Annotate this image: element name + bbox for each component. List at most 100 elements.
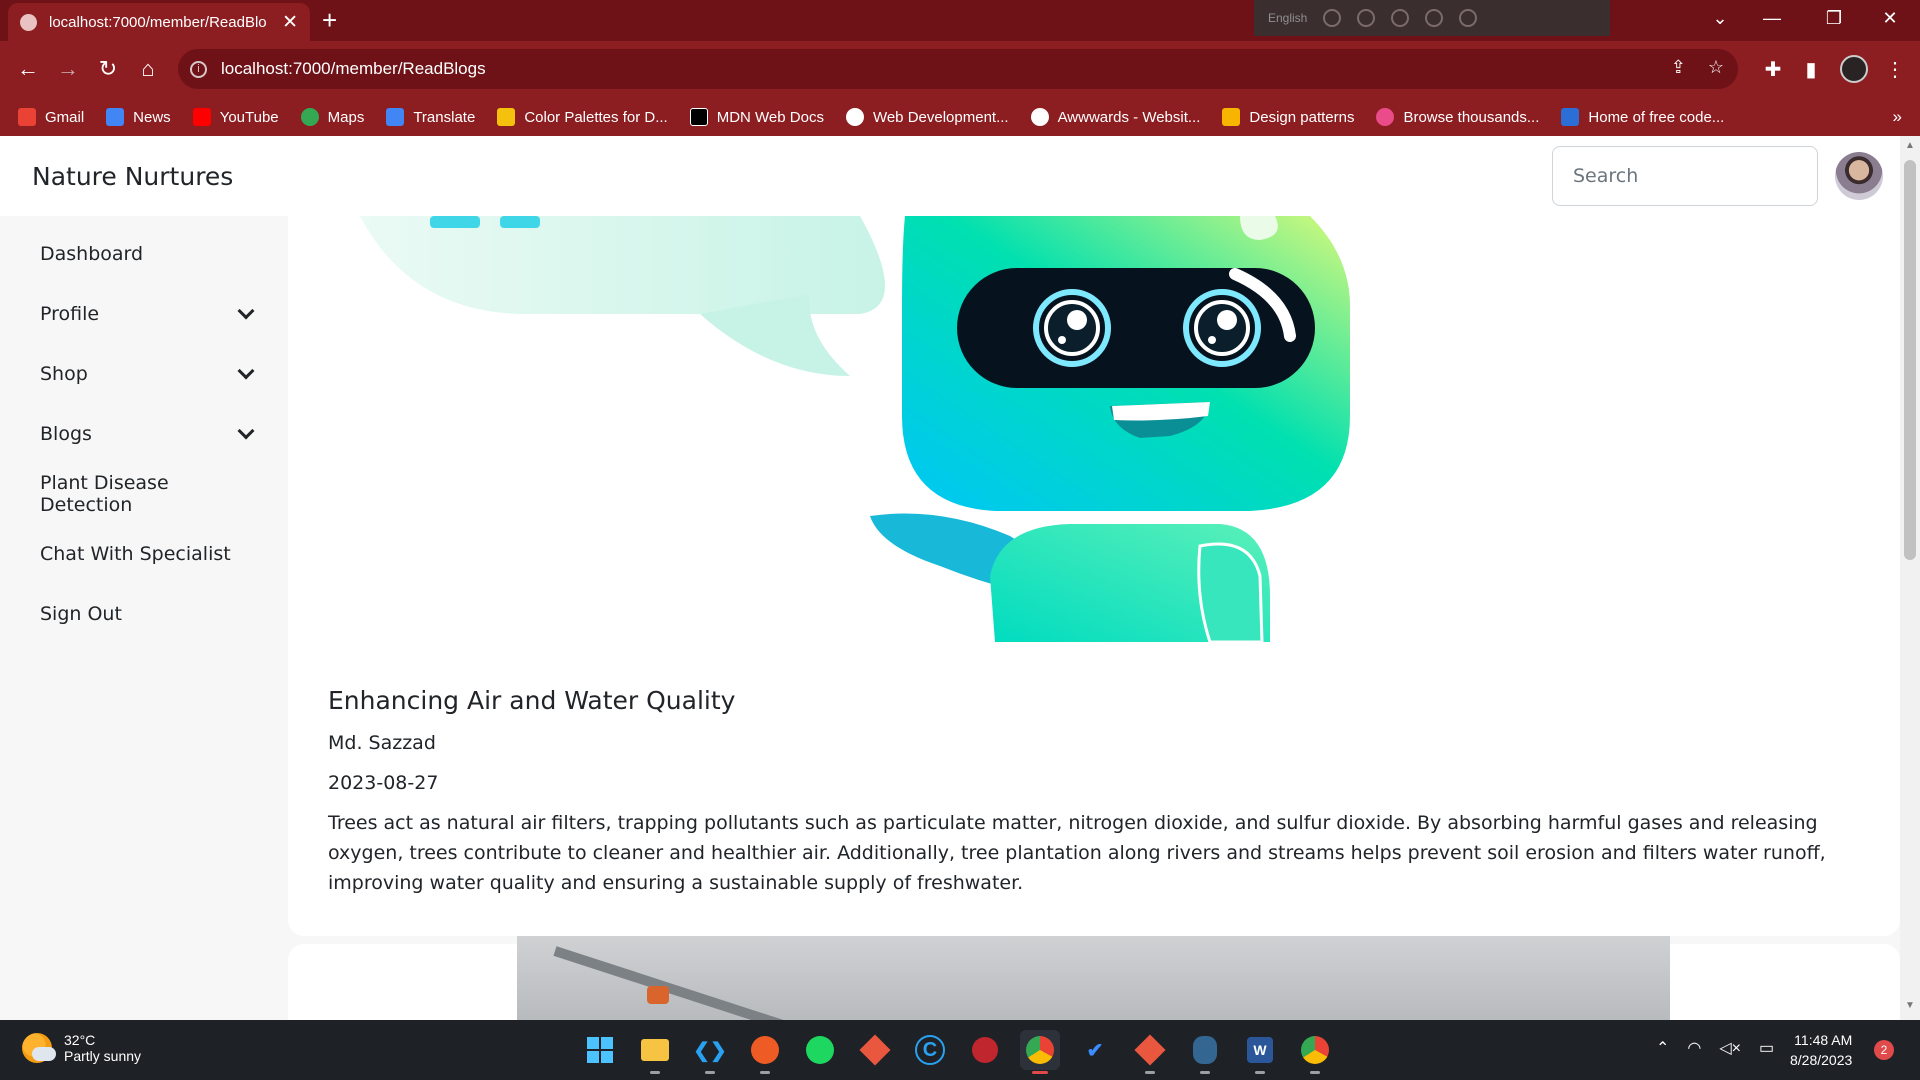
antivirus-icon[interactable] [965, 1030, 1005, 1070]
extension-icon[interactable] [1323, 9, 1342, 27]
sidebar: Dashboard Profile Shop Blogs Plant Disea… [0, 216, 288, 666]
bookmark-web-development[interactable]: Web Development... [845, 108, 1009, 126]
side-panel-icon[interactable]: ▮ [1796, 54, 1826, 84]
scroll-up-arrow-icon[interactable]: ▲ [1905, 140, 1915, 151]
bookmark-dribbble[interactable]: Browse thousands... [1376, 108, 1539, 126]
gmail-icon [18, 108, 36, 126]
back-icon[interactable]: ← [12, 53, 44, 85]
bookmark-design-patterns[interactable]: Design patterns [1222, 108, 1354, 126]
user-avatar[interactable] [1835, 152, 1883, 200]
bookmark-gmail[interactable]: Gmail [18, 108, 84, 126]
extension-toolbar: English [1254, 0, 1610, 36]
todo-icon[interactable]: ✔ [1075, 1030, 1115, 1070]
web-dev-icon [845, 108, 864, 126]
taskbar-clock[interactable]: 11:48 AM 8/28/2023 [1790, 1030, 1852, 1070]
bookmarks-overflow-icon[interactable]: » [1893, 107, 1902, 127]
close-window-button[interactable]: ✕ [1860, 0, 1920, 36]
bookmark-star-icon[interactable]: ☆ [1708, 57, 1724, 78]
robot-hand [1197, 542, 1264, 642]
volume-muted-icon[interactable]: ◁× [1719, 1038, 1741, 1058]
post-date: 2023-08-27 [328, 772, 439, 794]
sidebar-item-sign-out[interactable]: Sign Out [40, 594, 260, 634]
sidebar-item-shop[interactable]: Shop [40, 354, 260, 394]
wifi-icon[interactable]: ◠ [1687, 1038, 1701, 1058]
address-bar[interactable]: i localhost:7000/member/ReadBlogs ⇪ ☆ [178, 49, 1738, 89]
browser-tab-active[interactable]: localhost:7000/member/ReadBlo ✕ [8, 3, 310, 41]
git-icon[interactable] [855, 1030, 895, 1070]
browser-toolbar: ← → ↻ ⌂ i localhost:7000/member/ReadBlog… [0, 41, 1920, 98]
tab-title: localhost:7000/member/ReadBlo [49, 13, 267, 31]
notification-badge[interactable]: 2 [1874, 1040, 1894, 1060]
bookmark-translate[interactable]: Translate [386, 108, 475, 126]
file-explorer-icon[interactable] [635, 1030, 675, 1074]
code-icon [1561, 108, 1580, 126]
sidebar-item-chat-with-specialist[interactable]: Chat With Specialist [40, 534, 260, 574]
page-scrollbar[interactable]: ▲ ▼ [1900, 136, 1920, 1020]
bookmark-youtube[interactable]: YouTube [192, 108, 279, 126]
scroll-down-arrow-icon[interactable]: ▼ [1905, 1000, 1915, 1011]
postman-icon[interactable] [745, 1030, 785, 1074]
taskbar-apps: ❮❯ C ✔ W [580, 1030, 1335, 1074]
bookmark-color-palettes[interactable]: Color Palettes for D... [497, 108, 668, 126]
chrome-profile-icon[interactable] [1295, 1030, 1335, 1074]
extension-icon[interactable] [1357, 9, 1376, 27]
vscode-icon[interactable]: ❮❯ [690, 1030, 730, 1074]
spotify-icon[interactable] [800, 1030, 840, 1070]
git-gui-icon[interactable] [1130, 1030, 1170, 1074]
dribbble-icon [1376, 108, 1395, 126]
chrome-profile-avatar[interactable] [1840, 55, 1868, 83]
weather-temperature: 32°C [64, 1032, 96, 1048]
restore-button[interactable]: ❐ [1804, 0, 1864, 36]
sidebar-item-profile[interactable]: Profile [40, 294, 260, 334]
word-icon[interactable]: W [1240, 1030, 1280, 1074]
chrome-menu-icon[interactable]: ⋮ [1880, 54, 1910, 84]
bookmark-awwwards[interactable]: Awwwards - Websit... [1030, 108, 1200, 126]
minimize-button[interactable]: — [1742, 0, 1802, 36]
home-icon[interactable]: ⌂ [132, 53, 164, 85]
chrome-icon[interactable] [1020, 1030, 1060, 1074]
extensions-puzzle-icon[interactable]: ✚ [1758, 54, 1788, 84]
scrollbar-thumb[interactable] [1904, 160, 1916, 560]
next-post-image [517, 936, 1670, 1020]
chevron-down-icon [237, 422, 255, 440]
bookmark-free-code[interactable]: Home of free code... [1561, 108, 1724, 126]
site-info-icon[interactable]: i [190, 60, 207, 78]
tab-close-icon[interactable]: ✕ [282, 11, 298, 34]
c-app-icon[interactable]: C [915, 1035, 945, 1065]
weather-widget[interactable]: 32°C Partly sunny [22, 1032, 141, 1064]
mdn-icon [689, 108, 708, 126]
bookmarks-bar: Gmail News YouTube Maps Translate Color … [0, 98, 1920, 136]
reload-icon[interactable]: ↻ [92, 53, 124, 85]
extension-icon[interactable] [1391, 9, 1410, 27]
sidebar-item-dashboard[interactable]: Dashboard [40, 234, 260, 274]
forward-icon[interactable]: → [52, 53, 84, 85]
battery-icon[interactable]: ▭ [1759, 1038, 1774, 1058]
extension-icon[interactable] [1425, 9, 1444, 27]
youtube-icon [192, 108, 211, 126]
extension-label[interactable]: English [1268, 11, 1307, 25]
search-input[interactable] [1552, 146, 1818, 206]
news-icon [106, 108, 125, 126]
help-icon[interactable] [1459, 9, 1478, 27]
sidebar-item-plant-disease-detection[interactable]: Plant Disease Detection [40, 472, 260, 516]
bookmark-maps[interactable]: Maps [300, 108, 364, 126]
brand-title[interactable]: Nature Nurtures [32, 162, 233, 191]
tab-search-icon[interactable]: ⌄ [1690, 0, 1750, 36]
post-body: Trees act as natural air filters, trappi… [328, 812, 1826, 894]
sidebar-item-blogs[interactable]: Blogs [40, 414, 260, 454]
start-menu-icon[interactable] [580, 1030, 620, 1070]
new-tab-button[interactable]: + [322, 5, 337, 35]
tab-favicon-icon [20, 13, 37, 31]
palette-icon [497, 108, 516, 126]
clock-date: 8/28/2023 [1790, 1052, 1853, 1068]
page-viewport: Nature Nurtures Dashboard Profile Shop B… [0, 136, 1900, 1020]
clock-time: 11:48 AM [1794, 1032, 1853, 1048]
share-icon[interactable]: ⇪ [1671, 57, 1686, 78]
address-bar-url: localhost:7000/member/ReadBlogs [221, 59, 486, 78]
bookmark-news[interactable]: News [106, 108, 171, 126]
system-tray: ⌃ ◠ ◁× ▭ [1656, 1038, 1774, 1058]
tray-overflow-icon[interactable]: ⌃ [1656, 1038, 1669, 1058]
bookmark-mdn[interactable]: MDN Web Docs [689, 108, 824, 126]
postgresql-icon[interactable] [1185, 1030, 1225, 1074]
robot-eye-right-highlight [1217, 310, 1237, 330]
